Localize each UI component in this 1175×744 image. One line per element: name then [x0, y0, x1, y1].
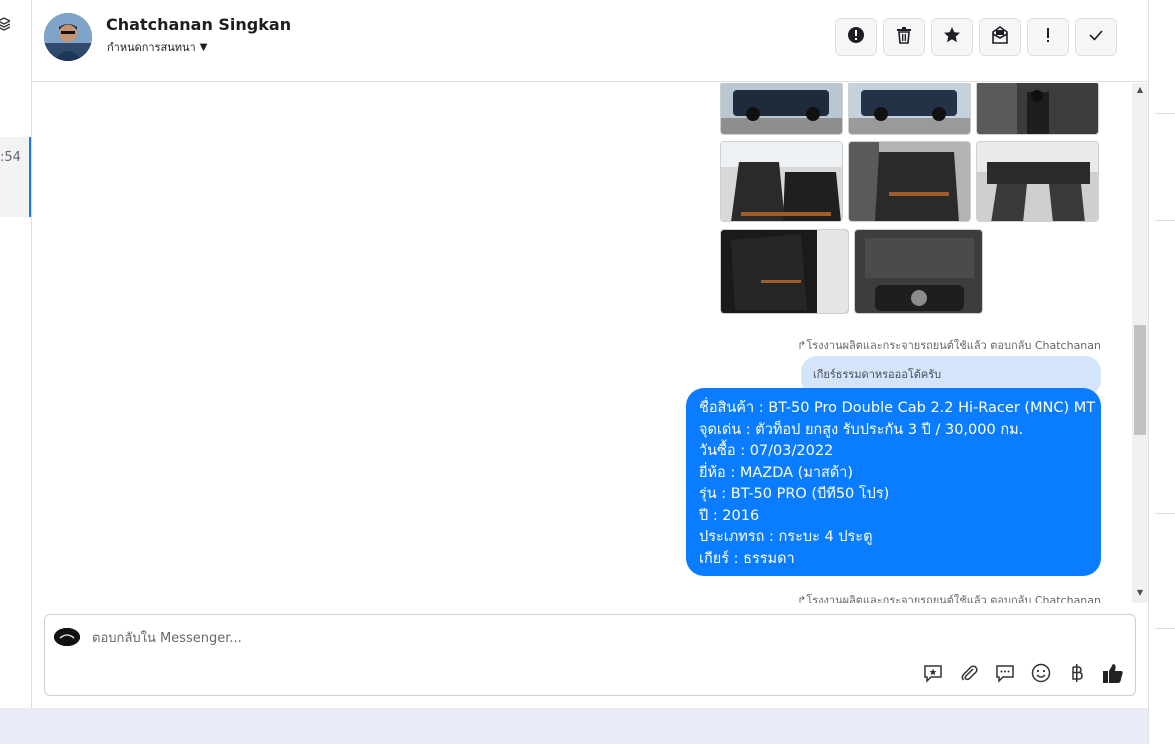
- outgoing-message-bubble[interactable]: ชื่อสินค้า : BT-50 Pro Double Cab 2.2 Hi…: [686, 388, 1101, 576]
- car-photo-dashboard[interactable]: [976, 141, 1099, 222]
- message-input[interactable]: [92, 627, 992, 649]
- message-line: รุ่น : BT-50 PRO (บีที50 โปร): [699, 486, 890, 502]
- alert-circle-icon: [847, 26, 865, 48]
- done-button[interactable]: [1075, 18, 1117, 56]
- reply-attribution-1: ↱โรงงานผลิตและกระจายรถยนต์ใช้แล้ว ตอบกลั…: [797, 339, 1101, 352]
- reply-attribution-2: ↱โรงงานผลิตและกระจายรถยนต์ใช้แล้ว ตอบกลั…: [797, 594, 1101, 603]
- message-line: ปี : 2016: [699, 507, 760, 524]
- scroll-down-icon[interactable]: ▼: [1132, 586, 1148, 600]
- composer-tools: [921, 661, 1125, 685]
- assign-label: กำหนดการสนทนา: [107, 41, 196, 54]
- emoji-icon[interactable]: [1029, 661, 1053, 685]
- car-photo-exterior-side[interactable]: [720, 83, 843, 135]
- check-icon: [1087, 26, 1105, 48]
- message-line: ประเภทรถ : กระบะ 4 ประตู: [699, 529, 873, 545]
- layers-icon[interactable]: [0, 16, 12, 36]
- car-photo-engine-bay[interactable]: [854, 229, 983, 314]
- saved-reply-icon[interactable]: [921, 661, 945, 685]
- contact-name[interactable]: Chatchanan Singkan: [106, 15, 291, 34]
- car-photo-front-seat[interactable]: [720, 141, 843, 222]
- chat-bubble-icon[interactable]: [993, 661, 1017, 685]
- conversation-time: :54: [0, 150, 21, 165]
- conversation-actions: [835, 18, 1117, 56]
- thumbs-up-icon[interactable]: [1101, 661, 1125, 685]
- message-line: เกียร์ : ธรรมดา: [699, 550, 795, 567]
- conversation-list-sidebar: :54: [0, 0, 32, 708]
- message-line: ชื่อสินค้า : BT-50 Pro Double Cab 2.2 Hi…: [699, 400, 1096, 416]
- delete-button[interactable]: [883, 18, 925, 56]
- message-line: วันซื้อ : 07/03/2022: [699, 443, 834, 459]
- scroll-up-icon[interactable]: ▲: [1132, 83, 1148, 97]
- baht-icon[interactable]: [1065, 661, 1089, 685]
- scrollbar-thumb[interactable]: [1134, 325, 1146, 435]
- reply-composer: [44, 614, 1136, 696]
- assign-conversation-dropdown[interactable]: กำหนดการสนทนา ▼: [107, 38, 207, 56]
- car-photo-rear-seat[interactable]: [848, 141, 971, 222]
- spam-button[interactable]: [835, 18, 877, 56]
- attachment-icon[interactable]: [957, 661, 981, 685]
- message-line: จุดเด่น : ตัวท็อป ยกสูง รับประกัน 3 ปี /…: [699, 421, 1024, 438]
- follow-up-button[interactable]: [1027, 18, 1069, 56]
- page-avatar: [54, 628, 80, 646]
- mark-unread-button[interactable]: [979, 18, 1021, 56]
- caret-down-icon: ▼: [199, 41, 208, 53]
- envelope-icon: [991, 26, 1009, 48]
- star-button[interactable]: [931, 18, 973, 56]
- message-line: ยี่ห้อ : MAZDA (มาสด้า): [699, 464, 854, 481]
- car-photo-door-panel[interactable]: [720, 229, 849, 314]
- thread-scrollbar[interactable]: ▲ ▼: [1132, 83, 1148, 603]
- conversation-list-item-active[interactable]: [0, 137, 31, 217]
- contact-avatar[interactable]: [44, 13, 92, 61]
- car-photo-gear-shift[interactable]: [976, 83, 1099, 135]
- exclamation-icon: [1045, 26, 1051, 48]
- conversation-header: Chatchanan Singkan กำหนดการสนทนา ▼: [32, 0, 1148, 82]
- conversation-panel: Chatchanan Singkan กำหนดการสนทนา ▼ ↱โรงง…: [32, 0, 1148, 708]
- car-photo-exterior-rear[interactable]: [848, 83, 971, 135]
- star-icon: [943, 26, 961, 48]
- right-side-panel: [1148, 0, 1175, 744]
- message-thread[interactable]: ↱โรงงานผลิตและกระจายรถยนต์ใช้แล้ว ตอบกลั…: [32, 83, 1148, 603]
- trash-icon: [896, 26, 912, 48]
